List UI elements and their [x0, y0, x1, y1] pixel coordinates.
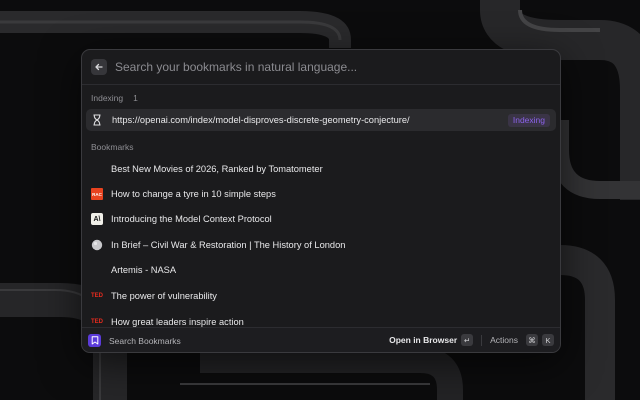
- ted-favicon-text: TED: [91, 319, 103, 325]
- bookmarks-window: Indexing 1 https://openai.com/index/mode…: [81, 49, 561, 353]
- indexing-count: 1: [133, 93, 138, 103]
- anthropic-favicon-icon: A\: [91, 213, 103, 225]
- footer-actions: Open in Browser ↵ Actions ⌘ K: [389, 334, 554, 346]
- rac-favicon-icon: RAC: [91, 188, 103, 200]
- bookmarks-header-label: Bookmarks: [91, 142, 134, 152]
- bookmark-title: How to change a tyre in 10 simple steps: [111, 189, 276, 199]
- divider: [481, 334, 483, 346]
- bookmark-title: In Brief – Civil War & Restoration | The…: [111, 240, 346, 250]
- open-in-browser-button[interactable]: Open in Browser: [389, 335, 457, 345]
- list-item[interactable]: Best New Movies of 2026, Ranked by Tomat…: [86, 158, 556, 180]
- indexing-status-badge: Indexing: [507, 114, 550, 127]
- indexing-header-label: Indexing: [91, 93, 124, 103]
- back-button[interactable]: [91, 59, 107, 75]
- k-key-hint: K: [542, 334, 554, 346]
- enter-key-hint: ↵: [461, 334, 474, 346]
- bookmark-app-icon: [88, 334, 101, 347]
- list-item[interactable]: Artemis - NASA: [86, 259, 556, 281]
- hourglass-icon: [90, 113, 104, 127]
- bookmark-title: How great leaders inspire action: [111, 317, 244, 327]
- list-item[interactable]: TED The power of vulnerability: [86, 285, 556, 307]
- command-key-hint: ⌘: [526, 334, 538, 346]
- search-input[interactable]: [115, 57, 560, 77]
- bookmark-title: Artemis - NASA: [111, 265, 177, 275]
- indexing-row[interactable]: https://openai.com/index/model-disproves…: [86, 109, 556, 131]
- globe-favicon-icon: [91, 239, 103, 251]
- indexing-section-header: Indexing 1: [91, 93, 138, 103]
- rac-favicon-text: RAC: [92, 191, 102, 197]
- blank-favicon: [91, 264, 103, 276]
- list-item[interactable]: A\ Introducing the Model Context Protoco…: [86, 208, 556, 230]
- ted-favicon-text: TED: [91, 293, 103, 299]
- list-item[interactable]: In Brief – Civil War & Restoration | The…: [86, 234, 556, 256]
- bookmarks-section-header: Bookmarks: [91, 142, 134, 152]
- actions-button[interactable]: Actions: [490, 335, 518, 345]
- arrow-left-icon: [95, 63, 103, 71]
- footer-bar: Search Bookmarks Open in Browser ↵ Actio…: [82, 327, 560, 352]
- list-item[interactable]: RAC How to change a tyre in 10 simple st…: [86, 183, 556, 205]
- indexing-url: https://openai.com/index/model-disproves…: [112, 115, 410, 125]
- bookmark-title: The power of vulnerability: [111, 291, 217, 301]
- anthropic-favicon-text: A\: [93, 215, 101, 223]
- ted-favicon-icon: TED: [91, 290, 103, 302]
- blank-favicon: [91, 163, 103, 175]
- footer-title: Search Bookmarks: [109, 335, 181, 346]
- bookmark-title: Best New Movies of 2026, Ranked by Tomat…: [111, 164, 323, 174]
- search-bar: [82, 50, 560, 85]
- bookmark-title: Introducing the Model Context Protocol: [111, 214, 272, 224]
